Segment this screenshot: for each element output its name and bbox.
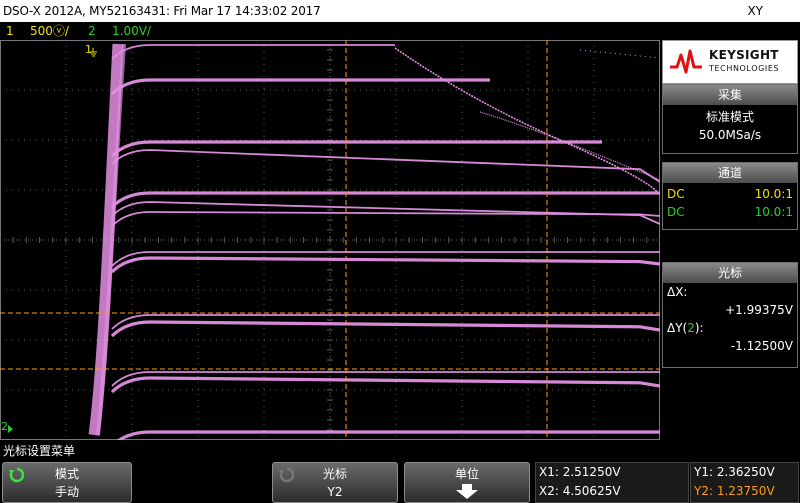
y1-readout: Y1: 2.36250V xyxy=(694,465,775,479)
ch1-ground-marker: 1 xyxy=(84,42,98,57)
ch2-probe: 10.0:1 xyxy=(754,205,793,219)
xy-plot-area[interactable]: 1 2 xyxy=(0,39,661,448)
instrument-title: DSO-X 2012A, MY52163431: Fri Mar 17 14:3… xyxy=(3,4,321,18)
channel-scale-bar: 1 500ⓥ/ 2 1.00V/ xyxy=(0,22,660,40)
brand-subtitle: TECHNOLOGIES xyxy=(709,64,780,73)
softkey-bar: 光标设置菜单 模式 手动 光标 Y2 单位 X1: 2.51250V X2: 4… xyxy=(0,443,800,503)
ch1-probe: 10.0:1 xyxy=(754,187,793,201)
acquire-section[interactable]: 采集 标准模式 50.0MSa/s xyxy=(662,84,798,154)
x-cursor-readout: X1: 2.51250V X2: 4.50625V xyxy=(535,462,689,503)
mode-softkey-value: 手动 xyxy=(54,485,79,499)
ch2-info-row: DC 10.0:1 xyxy=(663,203,797,221)
x2-readout: X2: 4.50625V xyxy=(539,484,621,498)
ch2-number[interactable]: 2 xyxy=(88,22,96,40)
delta-y-label-prefix: ΔY( xyxy=(667,321,688,335)
menu-title: 光标设置菜单 xyxy=(3,444,76,458)
y-cursor-readout: Y1: 2.36250V Y2: 1.23750V xyxy=(690,462,799,503)
mode-softkey[interactable]: 模式 手动 xyxy=(2,462,132,503)
keysight-wave-icon xyxy=(670,49,702,74)
display-mode-label: XY xyxy=(747,4,763,18)
delta-y-label-suffix: ): xyxy=(694,321,704,335)
channels-section[interactable]: 通道 DC 10.0:1 DC 10.0:1 xyxy=(662,162,798,230)
delta-y-label: ΔY(2): xyxy=(663,319,797,337)
delta-x-label: ΔX: xyxy=(667,285,688,299)
y2-readout: Y2: 1.23750V xyxy=(694,484,775,498)
rotate-knob-icon-dim xyxy=(279,467,295,483)
delta-x-value: +1.99375V xyxy=(725,303,793,317)
x1-readout: X1: 2.51250V xyxy=(539,465,621,479)
title-bar: DSO-X 2012A, MY52163431: Fri Mar 17 14:3… xyxy=(0,0,800,22)
sample-rate: 50.0MSa/s xyxy=(698,128,762,142)
cursors-header: 光标 xyxy=(663,263,797,283)
brand-name: KEYSIGHT xyxy=(709,48,779,62)
ch1-info-row: DC 10.0:1 xyxy=(663,185,797,203)
cursor-softkey-value: Y2 xyxy=(327,485,343,499)
ch1-coupling: DC xyxy=(667,187,685,201)
channels-header: 通道 xyxy=(663,163,797,183)
cursors-section[interactable]: 光标 ΔX: +1.99375V ΔY(2): -1.12500V xyxy=(662,262,798,368)
units-softkey[interactable]: 单位 xyxy=(404,462,530,503)
delta-y-value: -1.12500V xyxy=(730,339,793,353)
ch1-number[interactable]: 1 xyxy=(6,22,14,40)
ch1-marker-label: 1 xyxy=(85,43,92,56)
ch2-marker-label: 2 xyxy=(1,420,8,433)
acquire-header: 采集 xyxy=(663,85,797,105)
cursor-select-softkey[interactable]: 光标 Y2 xyxy=(272,462,398,503)
ch1-scale[interactable]: 500ⓥ/ xyxy=(30,22,69,40)
side-panel: KEYSIGHT TECHNOLOGIES 采集 标准模式 50.0MSa/s … xyxy=(660,40,800,440)
waveform-display[interactable]: 1 2 xyxy=(0,39,661,448)
units-softkey-label: 单位 xyxy=(454,467,479,481)
rotate-knob-icon xyxy=(9,467,25,483)
acquire-mode: 标准模式 xyxy=(705,110,754,124)
ch2-coupling: DC xyxy=(667,205,685,219)
brand-logo: KEYSIGHT TECHNOLOGIES xyxy=(662,40,798,84)
arrow-down-icon xyxy=(456,484,478,499)
delta-y-channel: 2 xyxy=(687,321,695,335)
ch2-scale[interactable]: 1.00V/ xyxy=(112,22,151,40)
